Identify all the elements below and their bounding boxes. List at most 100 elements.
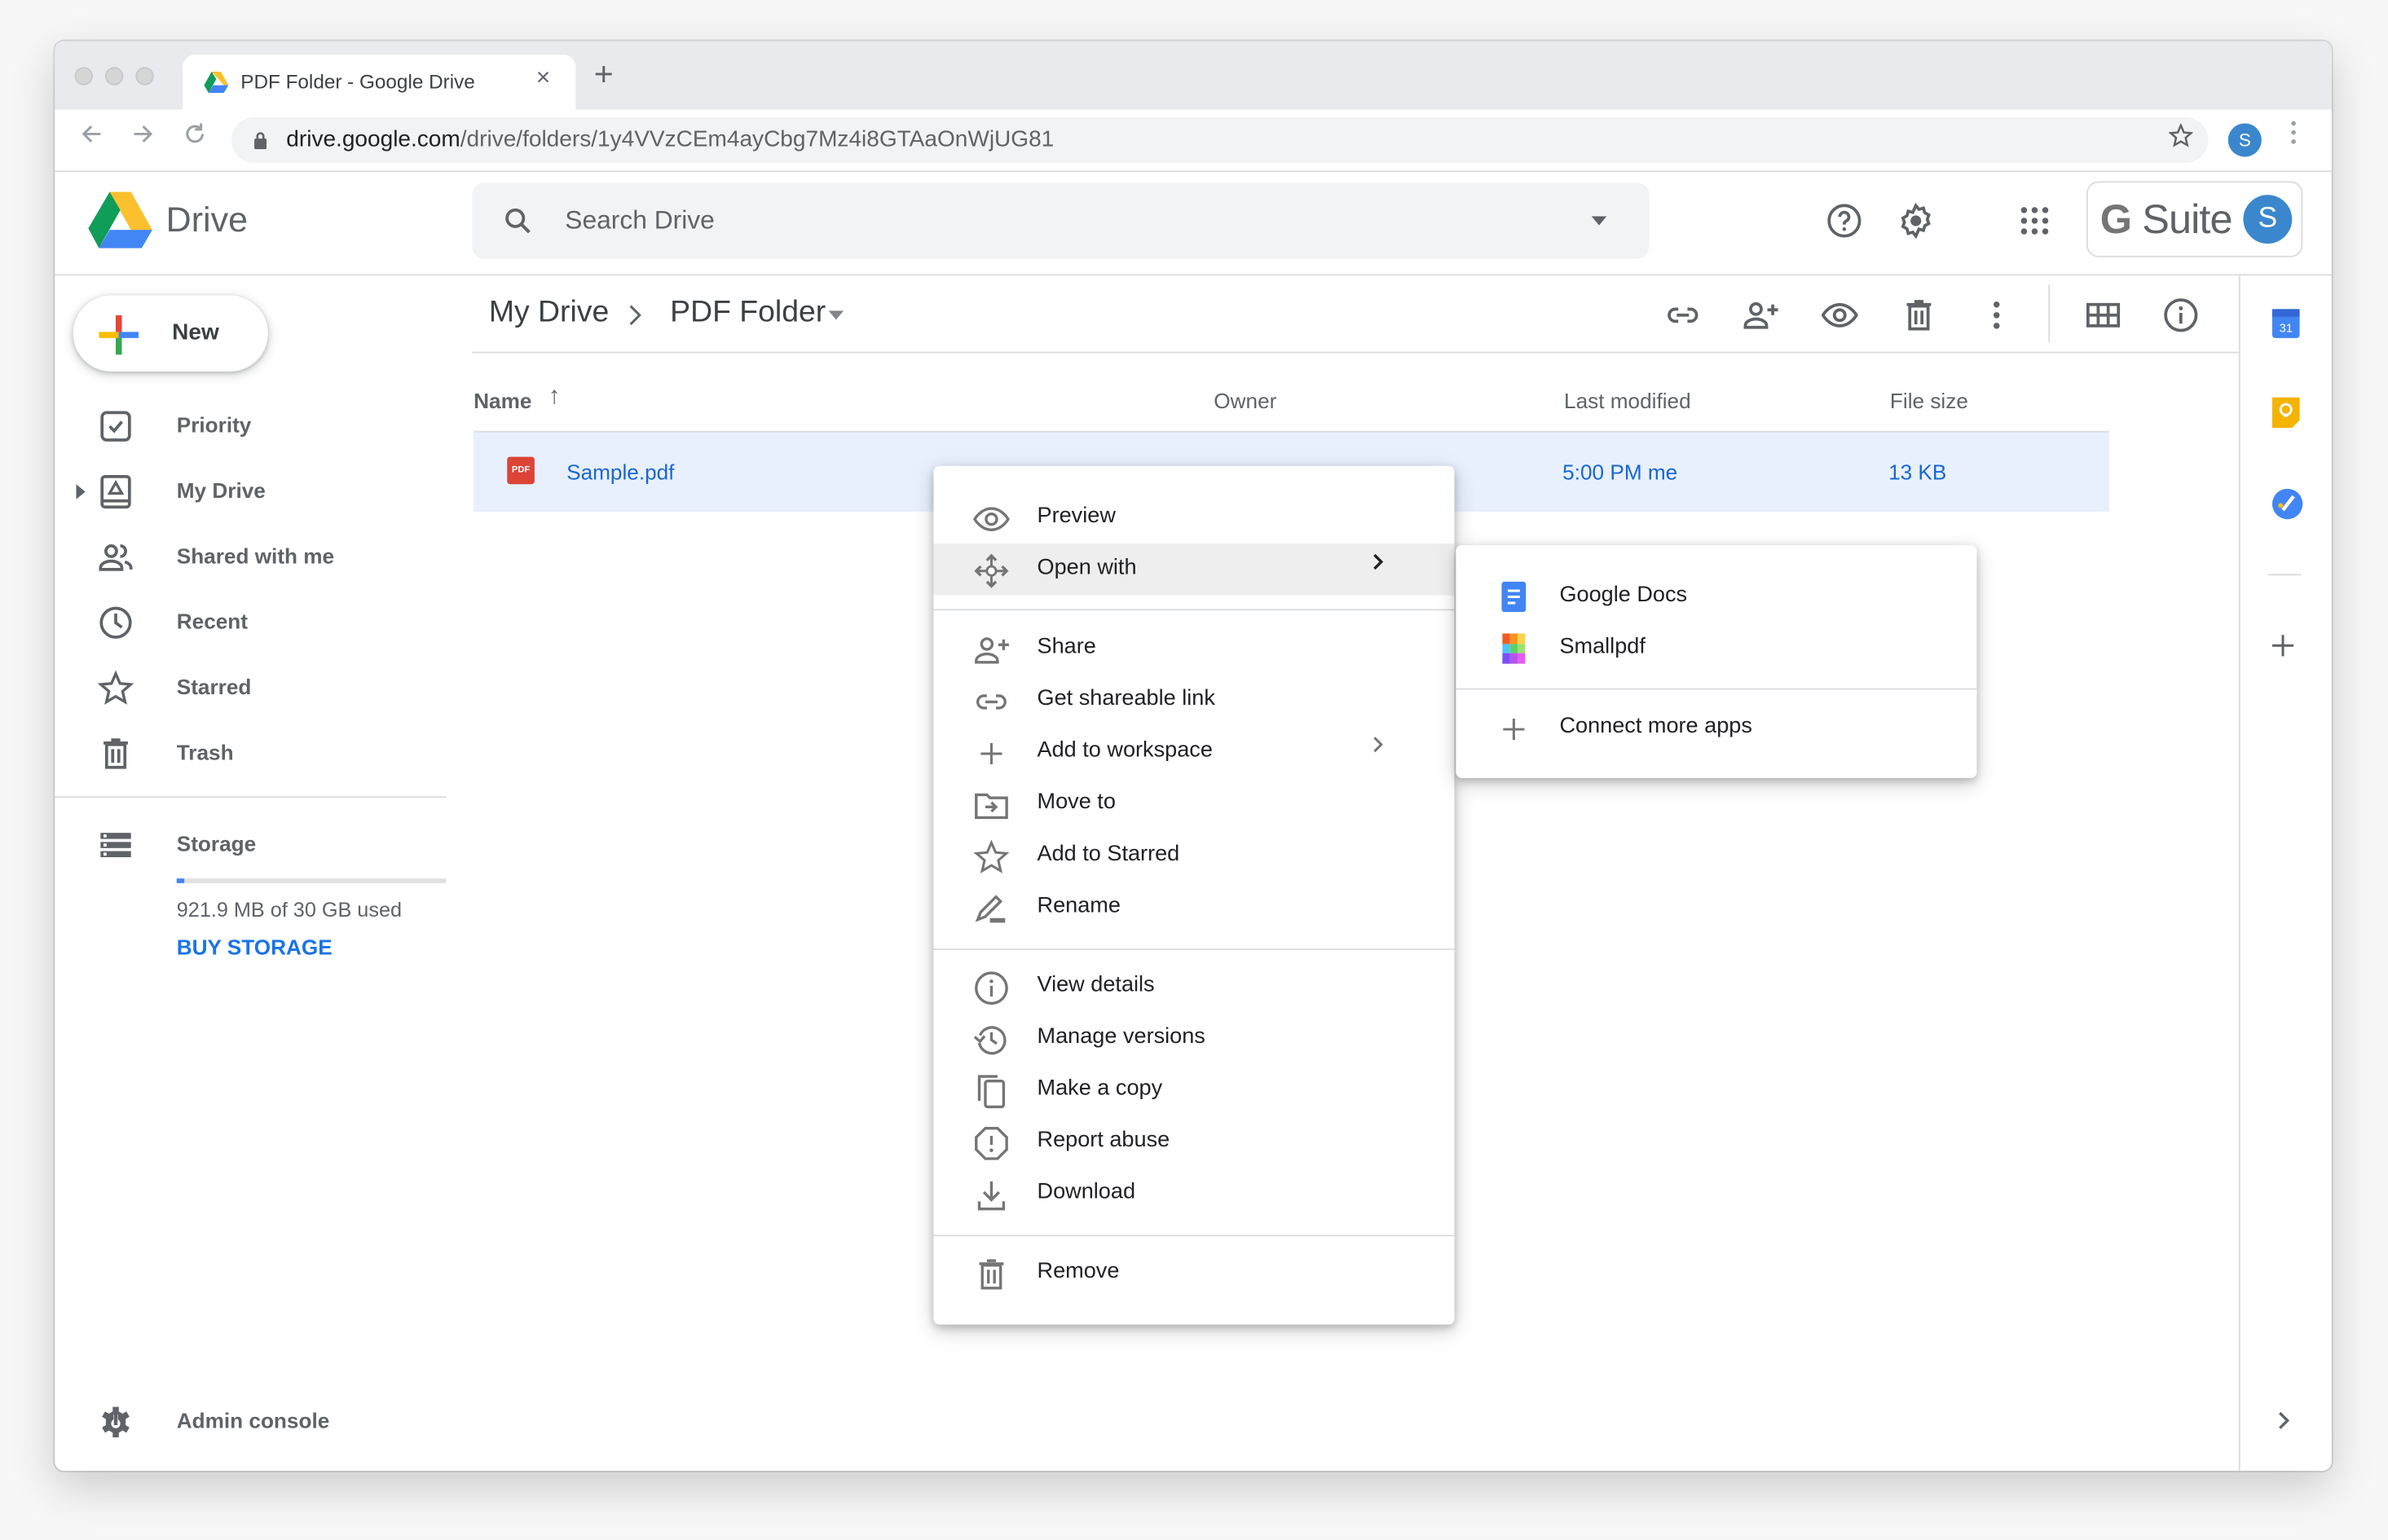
menu-item-move-to[interactable]: Move to: [933, 778, 1454, 830]
apps-grid-icon[interactable]: [2016, 203, 2053, 240]
sidebar-item-starred[interactable]: Starred: [55, 661, 466, 715]
link-icon: [973, 684, 1010, 720]
menu-item-make-a-copy[interactable]: Make a copy: [933, 1064, 1454, 1116]
browser-menu-kebab-icon[interactable]: [2290, 121, 2296, 145]
sidebar-item-trash[interactable]: Trash: [55, 726, 466, 781]
details-info-icon[interactable]: [2162, 297, 2199, 333]
search-input[interactable]: Search Drive: [472, 183, 1650, 259]
submenu-item-label: Smallpdf: [1559, 635, 1646, 660]
column-header-last-modified[interactable]: Last modified: [1564, 388, 1691, 412]
tab-close-button[interactable]: ×: [536, 65, 550, 93]
column-header-owner[interactable]: Owner: [1214, 388, 1276, 412]
expand-panel-icon[interactable]: [2277, 1410, 2307, 1440]
breadcrumb-pdf-folder[interactable]: PDF Folder: [670, 296, 826, 331]
drive-logo-icon[interactable]: [88, 191, 152, 249]
address-bar[interactable]: drive.google.com/drive/folders/1y4VVzCEm…: [231, 117, 2209, 163]
menu-item-preview[interactable]: Preview: [933, 492, 1454, 544]
submenu-item-smallpdf[interactable]: Smallpdf: [1456, 623, 1976, 675]
download-icon: [973, 1177, 1010, 1213]
account-avatar[interactable]: S: [2243, 195, 2293, 244]
menu-item-add-to-starred[interactable]: Add to Starred: [933, 829, 1454, 882]
submenu-item-connect-more-apps[interactable]: Connect more apps: [1456, 702, 1976, 754]
menu-divider: [933, 948, 1455, 951]
search-placeholder: Search Drive: [565, 205, 715, 235]
sidebar-item-recent[interactable]: Recent: [55, 596, 466, 650]
buy-storage-link[interactable]: BUY STORAGE: [177, 935, 333, 959]
search-options-dropdown-icon[interactable]: [1591, 216, 1607, 226]
drive-header: Drive Search Drive G Suite S: [55, 170, 2332, 276]
bookmark-star-icon[interactable]: [2168, 123, 2193, 147]
admin-console-icon: [98, 1404, 134, 1441]
more-actions-icon[interactable]: [1978, 297, 2015, 333]
menu-item-get-shareable-link[interactable]: Get shareable link: [933, 675, 1454, 727]
breadcrumb-my-drive[interactable]: My Drive: [489, 296, 609, 331]
menu-item-label: Add to Starred: [1037, 842, 1180, 867]
share-add-person-icon[interactable]: [1743, 297, 1782, 333]
column-header-name[interactable]: Name: [474, 388, 531, 412]
search-icon[interactable]: [503, 205, 533, 235]
file-name[interactable]: Sample.pdf: [566, 460, 674, 484]
sort-ascending-arrow-icon[interactable]: ↑: [549, 384, 561, 411]
drive-favicon-icon: [204, 71, 229, 93]
sidebar-item-priority[interactable]: Priority: [55, 399, 466, 454]
forward-icon[interactable]: [131, 121, 156, 146]
new-button[interactable]: New: [73, 295, 268, 372]
reload-icon[interactable]: [183, 121, 207, 146]
menu-item-download[interactable]: Download: [933, 1168, 1454, 1220]
submenu-item-google-docs[interactable]: Google Docs: [1456, 571, 1976, 623]
shared-people-icon: [98, 539, 134, 575]
menu-item-add-to-workspace[interactable]: Add to workspace: [933, 726, 1454, 778]
calendar-icon[interactable]: 31: [2271, 306, 2301, 338]
trash-icon: [98, 736, 134, 772]
window-minimize-button[interactable]: [104, 67, 124, 86]
storage-progress-bar: [176, 878, 447, 883]
folder-dropdown-icon[interactable]: [828, 310, 844, 320]
help-icon[interactable]: [1826, 203, 1862, 240]
grid-view-icon[interactable]: [2085, 297, 2121, 333]
sidebar-item-storage[interactable]: Storage: [55, 817, 466, 872]
open-with-arrows-icon: [973, 552, 1010, 589]
menu-item-open-with[interactable]: Open with: [933, 543, 1455, 596]
back-icon[interactable]: [79, 121, 104, 146]
google-docs-icon: [1501, 581, 1538, 618]
my-drive-icon: [98, 473, 134, 510]
sidebar-item-label: Priority: [176, 412, 252, 438]
keep-icon[interactable]: [2271, 396, 2301, 429]
menu-item-remove[interactable]: Remove: [933, 1247, 1454, 1299]
tab-drive[interactable]: PDF Folder - Google Drive ×: [183, 55, 576, 110]
remove-trash-icon[interactable]: [1901, 297, 1937, 333]
menu-item-label: Get shareable link: [1037, 686, 1215, 711]
breadcrumb-divider: [472, 351, 2239, 354]
menu-item-label: Manage versions: [1037, 1024, 1205, 1049]
expand-triangle-icon[interactable]: [76, 484, 86, 499]
settings-icon[interactable]: [1897, 202, 1934, 240]
menu-item-view-details[interactable]: View details: [933, 961, 1454, 1013]
gsuite-g: G: [2099, 196, 2132, 243]
preview-eye-icon[interactable]: [1821, 297, 1858, 333]
submenu-chevron-icon: [1372, 552, 1385, 570]
sidebar-item-shared-with-me[interactable]: Shared with me: [55, 530, 466, 584]
window-zoom-button[interactable]: [135, 67, 154, 86]
menu-item-manage-versions[interactable]: Manage versions: [933, 1013, 1454, 1065]
browser-profile-avatar[interactable]: S: [2227, 123, 2262, 157]
new-tab-button[interactable]: +: [594, 57, 614, 90]
add-addon-icon[interactable]: [2271, 633, 2301, 663]
sidebar-item-my-drive[interactable]: My Drive: [55, 464, 466, 519]
plus-icon: [973, 736, 1010, 772]
gsuite-account-button[interactable]: G Suite S: [2086, 181, 2303, 257]
menu-item-label: Preview: [1037, 504, 1116, 529]
column-header-file-size[interactable]: File size: [1890, 388, 1968, 412]
window-close-button[interactable]: [74, 67, 93, 86]
copy-icon: [973, 1073, 1010, 1110]
sidebar-item-label: Admin console: [176, 1408, 330, 1433]
sidebar-item-admin-console[interactable]: Admin console: [55, 1395, 466, 1450]
get-link-icon[interactable]: [1664, 297, 1701, 333]
menu-item-share[interactable]: Share: [933, 623, 1454, 675]
app-name[interactable]: Drive: [166, 200, 248, 240]
tasks-icon[interactable]: [2271, 487, 2303, 520]
star-icon: [97, 670, 134, 706]
menu-item-label: Report abuse: [1037, 1128, 1170, 1153]
menu-item-rename[interactable]: Rename: [933, 882, 1454, 934]
priority-check-icon: [98, 408, 134, 445]
menu-item-report-abuse[interactable]: Report abuse: [933, 1116, 1454, 1168]
